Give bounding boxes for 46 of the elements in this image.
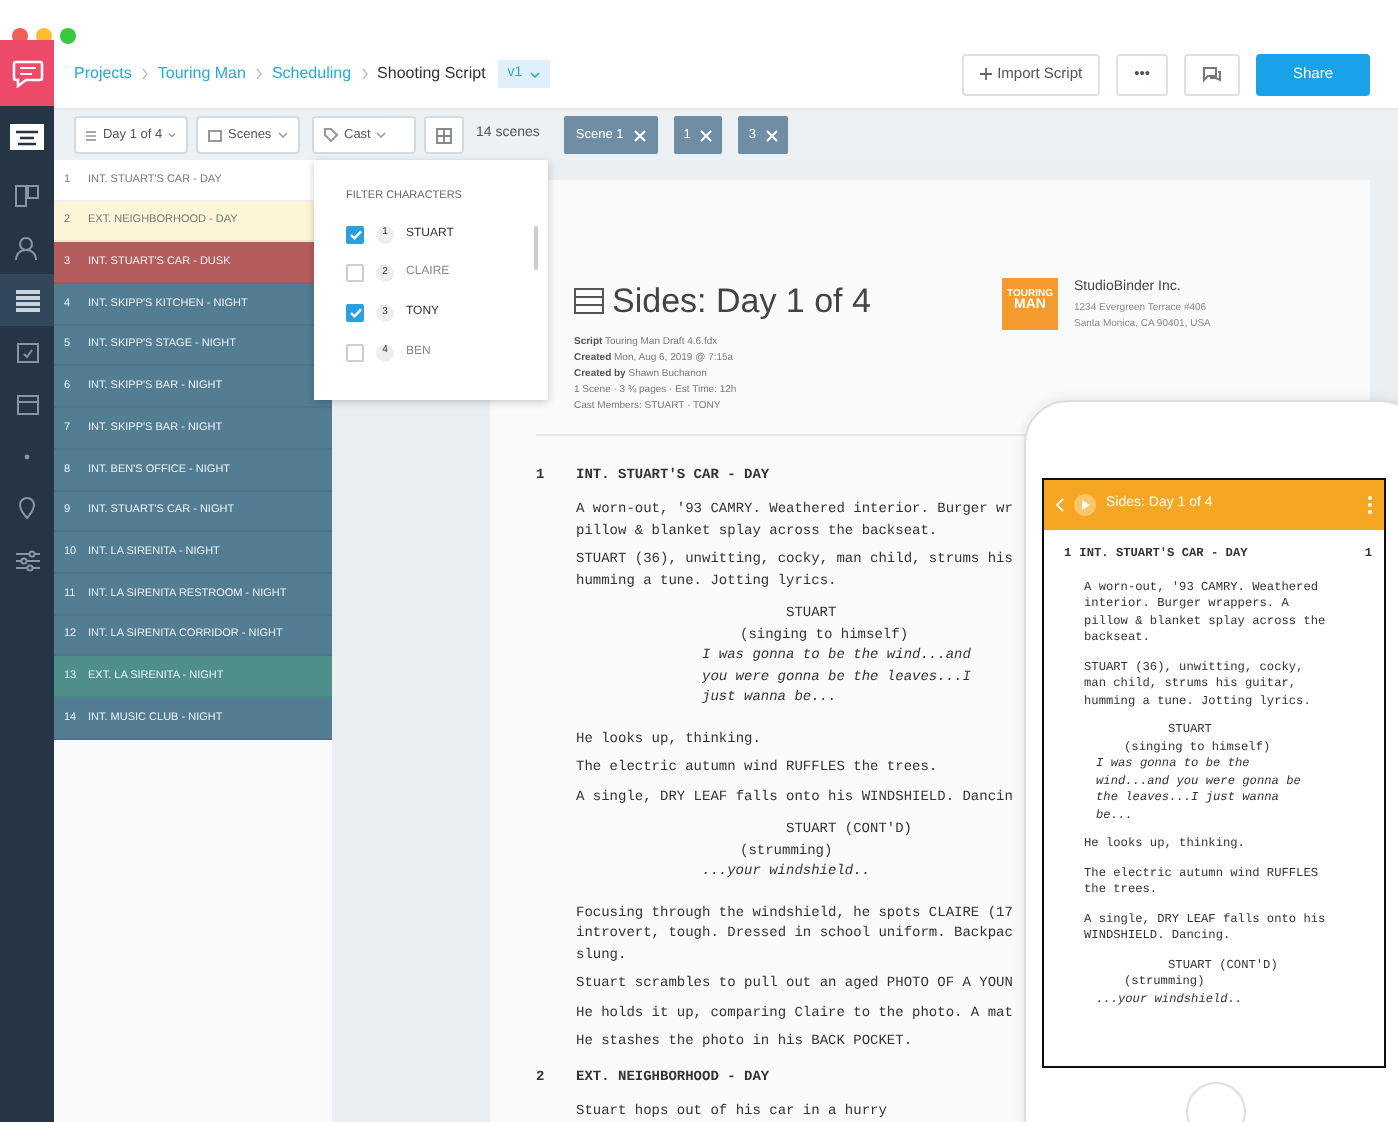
tag-icon: [324, 128, 338, 142]
board-icon: [14, 184, 40, 208]
project-logo-icon: [10, 124, 44, 151]
close-icon[interactable]: [700, 129, 713, 141]
document-title: Sides: Day 1 of 4: [612, 280, 871, 324]
caret-icon: [277, 132, 288, 138]
breadcrumb-link[interactable]: Touring Man: [157, 62, 246, 86]
breadcrumb-link[interactable]: Scheduling: [271, 62, 352, 86]
caret-icon: [530, 71, 541, 77]
list-icon: [574, 288, 604, 315]
comments-button[interactable]: [1184, 53, 1240, 95]
caret-icon: [168, 132, 176, 138]
scrollbar: [534, 226, 538, 270]
check-icon: [349, 229, 361, 240]
comments-icon: [1202, 65, 1222, 83]
maximize-window-icon[interactable]: [60, 28, 76, 44]
checkbox[interactable]: [346, 303, 364, 322]
checkbox[interactable]: [346, 225, 364, 244]
chevron-icon: [255, 68, 262, 80]
chevron-icon: [361, 68, 368, 80]
app-logo[interactable]: [0, 40, 54, 106]
close-icon[interactable]: [766, 129, 779, 141]
list-icon: [15, 289, 39, 311]
grid-icon: [436, 127, 452, 143]
dot-icon: [24, 453, 30, 459]
check-icon: [349, 307, 361, 318]
checkbox[interactable]: [346, 343, 364, 362]
checkbox[interactable]: [346, 264, 364, 283]
plus-icon: [979, 68, 992, 80]
calendar-check-icon: [15, 340, 39, 364]
people-icon: [14, 235, 40, 261]
rail-item[interactable]: [0, 274, 54, 326]
map-pin-icon: [18, 496, 36, 520]
breadcrumb-link[interactable]: Projects: [74, 62, 132, 86]
list-icon: [86, 129, 97, 141]
chat-bubble-icon: [11, 59, 43, 87]
back-icon[interactable]: [1056, 498, 1064, 512]
close-icon[interactable]: [633, 129, 646, 141]
play-icon[interactable]: [1074, 494, 1096, 516]
grid-button[interactable]: [424, 116, 464, 154]
scenes-icon: [208, 129, 222, 141]
calendar-icon: [15, 392, 39, 416]
caret-icon: [376, 132, 387, 138]
page-title: Shooting Script: [377, 62, 486, 86]
chevron-icon: [141, 68, 148, 80]
sliders-icon: [15, 549, 39, 571]
